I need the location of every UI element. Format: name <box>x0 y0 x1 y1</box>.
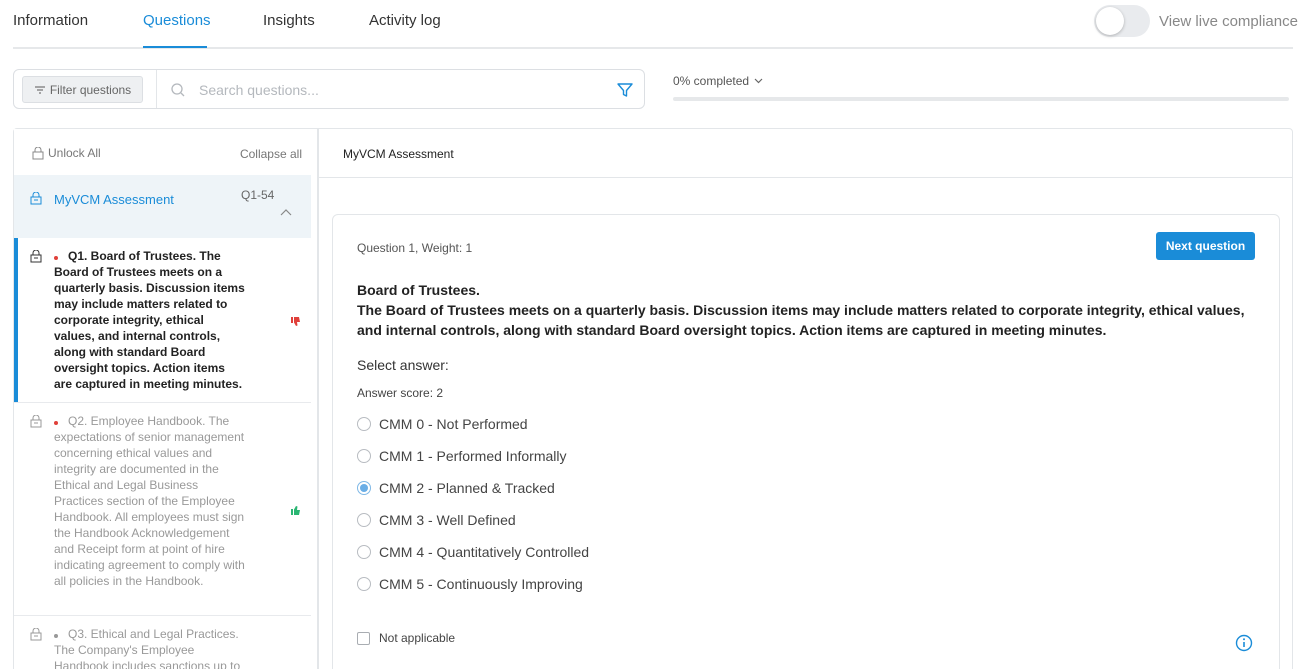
filter-questions-label: Filter questions <box>49 82 132 97</box>
search-input[interactable] <box>199 78 609 102</box>
answer-option-label: CMM 1 - Performed Informally <box>379 448 567 464</box>
sidebar-toolbar: Unlock All Collapse all <box>14 129 317 175</box>
answer-score-label: Answer score: <box>357 386 434 400</box>
answer-score: Answer score: 2 <box>357 386 443 400</box>
thumbs-up-icon <box>291 506 300 515</box>
answer-option-label: CMM 3 - Well Defined <box>379 512 516 528</box>
search-divider <box>156 70 157 108</box>
radio-button[interactable] <box>357 481 371 495</box>
answer-option-cmm-3[interactable]: CMM 3 - Well Defined <box>357 510 516 530</box>
radio-button[interactable] <box>357 417 371 431</box>
section-label: MyVCM Assessment <box>54 192 174 207</box>
question-heading: Board of Trustees. <box>357 282 480 298</box>
lock-icon <box>30 415 42 428</box>
radio-button[interactable] <box>357 513 371 527</box>
question-meta: Question 1, Weight: 1 <box>357 241 473 255</box>
chevron-down-icon <box>754 78 763 84</box>
info-icon[interactable] <box>1235 634 1253 652</box>
select-answer-label: Select answer: <box>357 357 449 373</box>
tab-insights[interactable]: Insights <box>263 12 315 29</box>
answer-option-label: CMM 2 - Planned & Tracked <box>379 480 555 496</box>
toggle-knob <box>1096 7 1124 35</box>
assessment-container: Unlock All Collapse all MyVCM Assessment… <box>13 128 1293 669</box>
thumbs-down-icon <box>291 317 300 326</box>
answer-option-cmm-2[interactable]: CMM 2 - Planned & Tracked <box>357 478 555 498</box>
tab-activity-log[interactable]: Activity log <box>369 12 441 29</box>
not-applicable-checkbox[interactable]: Not applicable <box>357 631 455 645</box>
question-search-bar: Filter questions <box>13 69 645 109</box>
tab-information[interactable]: Information <box>13 12 88 29</box>
active-tab-indicator <box>143 46 207 48</box>
pane-header: MyVCM Assessment <box>319 129 1292 178</box>
answer-option-cmm-0[interactable]: CMM 0 - Not Performed <box>357 414 528 434</box>
question-card: Question 1, Weight: 1 Next question Boar… <box>332 214 1280 669</box>
unlock-all-button[interactable]: Unlock All <box>32 146 101 160</box>
answer-option-cmm-4[interactable]: CMM 4 - Quantitatively Controlled <box>357 542 589 562</box>
filter-lines-icon <box>34 85 45 94</box>
sidebar-question-item[interactable]: Q1. Board of Trustees. The Board of Trus… <box>14 238 311 403</box>
collapse-all-button[interactable]: Collapse all <box>240 147 302 161</box>
answer-option-cmm-5[interactable]: CMM 5 - Continuously Improving <box>357 574 583 594</box>
answer-option-cmm-1[interactable]: CMM 1 - Performed Informally <box>357 446 566 466</box>
answer-option-label: CMM 5 - Continuously Improving <box>379 576 583 592</box>
not-applicable-label: Not applicable <box>379 631 456 645</box>
lock-icon <box>30 250 42 263</box>
checkbox[interactable] <box>357 631 370 645</box>
question-item-text: Q2. Employee Handbook. The expectations … <box>54 414 245 588</box>
filter-questions-button[interactable]: Filter questions <box>22 76 143 103</box>
question-item-text: Q1. Board of Trustees. The Board of Trus… <box>54 249 245 391</box>
sidebar-question-item[interactable]: Q3. Ethical and Legal Practices. The Com… <box>14 616 311 669</box>
next-question-button[interactable]: Next question <box>1156 232 1255 260</box>
progress-label: 0% completed <box>673 74 750 88</box>
radio-button[interactable] <box>357 545 371 559</box>
section-range: Q1-54 <box>241 188 275 202</box>
question-sidebar: Unlock All Collapse all MyVCM Assessment… <box>14 129 319 669</box>
lock-icon <box>30 628 42 641</box>
answer-score-value: 2 <box>436 386 444 400</box>
progress-bar <box>673 97 1289 101</box>
funnel-icon[interactable] <box>616 81 634 99</box>
question-item-text: Q3. Ethical and Legal Practices. The Com… <box>54 627 241 669</box>
chevron-up-icon <box>280 209 292 216</box>
radio-button[interactable] <box>357 577 371 591</box>
radio-button[interactable] <box>357 449 371 463</box>
progress-dropdown[interactable]: 0% completed <box>673 74 763 88</box>
tab-questions[interactable]: Questions <box>143 12 211 29</box>
lock-icon <box>30 192 42 205</box>
search-icon <box>171 83 185 97</box>
lock-icon <box>32 146 44 159</box>
unlock-all-label: Unlock All <box>48 146 101 160</box>
answer-option-label: CMM 4 - Quantitatively Controlled <box>379 544 590 560</box>
sidebar-question-item[interactable]: Q2. Employee Handbook. The expectations … <box>14 403 311 616</box>
pane-title: MyVCM Assessment <box>343 147 454 161</box>
live-compliance-toggle[interactable] <box>1094 5 1150 37</box>
question-body: The Board of Trustees meets on a quarter… <box>357 302 1245 338</box>
sidebar-section-myvcm[interactable]: MyVCM Assessment Q1-54 <box>14 175 311 238</box>
live-compliance-label: View live compliance <box>1159 13 1298 30</box>
question-title: Board of Trustees. The Board of Trustees… <box>357 280 1257 340</box>
answer-option-label: CMM 0 - Not Performed <box>379 416 528 432</box>
